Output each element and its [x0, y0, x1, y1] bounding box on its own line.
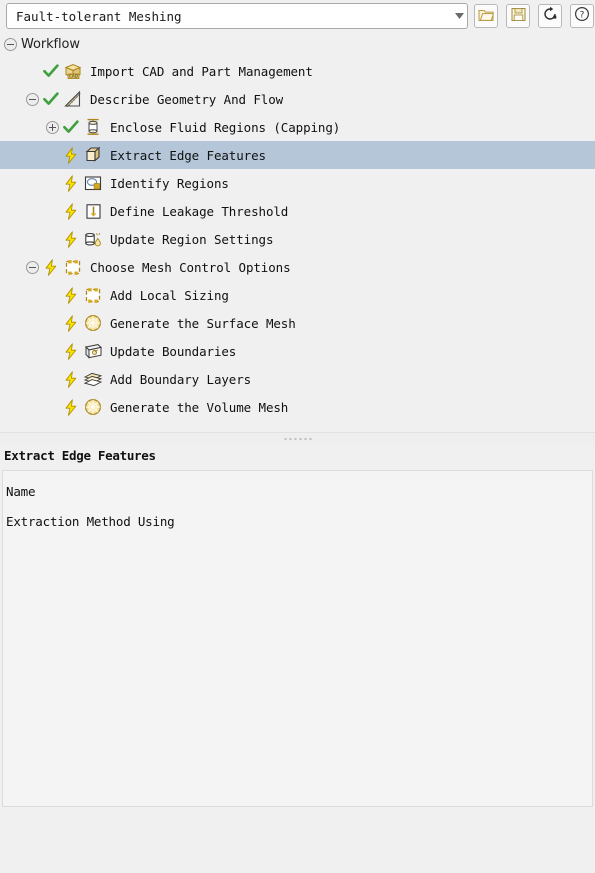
- tree-item-label: Update Boundaries: [110, 343, 237, 359]
- tree-item-identify-regions[interactable]: Identify Regions: [0, 169, 595, 197]
- tree-item-label: Identify Regions: [110, 175, 229, 191]
- completed-check-icon: [43, 91, 59, 107]
- task-panel: Extract Edge Features Name edge-group-1 …: [0, 445, 595, 873]
- pending-bolt-icon: [63, 398, 79, 416]
- pending-bolt-icon: [63, 286, 79, 304]
- tree-item-label: Define Leakage Threshold: [110, 203, 289, 219]
- triangle-ruler-icon: [62, 89, 84, 109]
- tree-item-label: Describe Geometry And Flow: [90, 91, 284, 107]
- floppy-save-icon: [511, 7, 526, 26]
- tree-item-label: Update Region Settings: [110, 231, 274, 247]
- capping-cylinder-icon: [82, 117, 104, 137]
- tree-item-enclose-fluid-regions-capping[interactable]: Enclose Fluid Regions (Capping): [0, 113, 595, 141]
- tree-item-label: Generate the Surface Mesh: [110, 315, 296, 331]
- leakage-arrow-icon: [82, 201, 104, 221]
- collapse-toggle-icon[interactable]: [26, 260, 39, 274]
- folder-open-icon: [478, 7, 495, 26]
- tree-item-label: Extract Edge Features: [110, 147, 266, 163]
- tree-item-label: Import CAD and Part Management: [90, 63, 313, 79]
- reset-workflow-button[interactable]: [538, 4, 562, 28]
- name-row: Name: [0, 480, 591, 502]
- tree-item-label: Add Local Sizing: [110, 287, 229, 303]
- question-circle-icon: ?: [574, 6, 590, 26]
- tree-item-label: Choose Mesh Control Options: [90, 259, 291, 275]
- task-title: Extract Edge Features: [4, 448, 156, 463]
- tree-item-label: Add Boundary Layers: [110, 371, 252, 387]
- pending-bolt-icon: [43, 258, 59, 276]
- pending-bolt-icon: [63, 146, 79, 164]
- local-sizing-icon: [82, 285, 104, 305]
- pending-bolt-icon: [63, 202, 79, 220]
- save-workflow-button[interactable]: [506, 4, 530, 28]
- name-label: Name: [6, 483, 36, 499]
- identify-region-icon: [82, 173, 104, 193]
- volume-mesh-icon: [82, 397, 104, 417]
- tree-item-choose-mesh-control-options[interactable]: Choose Mesh Control Options: [0, 253, 595, 281]
- pending-bolt-icon: [63, 314, 79, 332]
- surface-mesh-icon: [82, 313, 104, 333]
- tree-item-add-boundary-layers[interactable]: Add Boundary Layers: [0, 365, 595, 393]
- method-row: Extraction Method Using: [0, 510, 591, 532]
- tree-item-define-leakage-threshold[interactable]: Define Leakage Threshold: [0, 197, 595, 225]
- workflow-type-combobox[interactable]: Fault-tolerant Meshing: [6, 3, 468, 29]
- boundary-layers-icon: [82, 369, 104, 389]
- tree-root-workflow[interactable]: Workflow: [0, 32, 595, 57]
- workflow-type-value: Fault-tolerant Meshing: [16, 8, 182, 24]
- completed-check-icon: [43, 63, 59, 79]
- svg-text:?: ?: [580, 11, 585, 21]
- tree-item-label: Enclose Fluid Regions (Capping): [110, 119, 341, 135]
- pending-bolt-icon: [63, 342, 79, 360]
- panel-splitter[interactable]: [0, 432, 595, 445]
- workflow-tree[interactable]: Workflow CAD Import CAD and Part Manageme…: [0, 32, 595, 432]
- tree-item-generate-the-volume-mesh[interactable]: Generate the Volume Mesh: [0, 393, 595, 421]
- tree-item-update-region-settings[interactable]: Update Region Settings: [0, 225, 595, 253]
- tree-item-import-cad-and-part-management[interactable]: CAD Import CAD and Part Management: [0, 57, 595, 85]
- tree-root-label: Workflow: [21, 37, 80, 52]
- chevron-down-icon: [451, 13, 467, 19]
- edge-cube-icon: [82, 145, 104, 165]
- help-button[interactable]: ?: [570, 4, 594, 28]
- tree-item-describe-geometry-and-flow[interactable]: Describe Geometry And Flow: [0, 85, 595, 113]
- region-droplet-icon: [82, 229, 104, 249]
- completed-check-icon: [63, 119, 79, 135]
- pending-bolt-icon: [63, 230, 79, 248]
- mesh-control-icon: [62, 257, 84, 277]
- method-label: Extraction Method Using: [6, 513, 175, 529]
- svg-text:CAD: CAD: [69, 73, 78, 78]
- expand-toggle-icon[interactable]: [46, 120, 59, 134]
- workflow-toolbar: Fault-tolerant Meshing ?: [0, 0, 595, 32]
- tree-item-label: Generate the Volume Mesh: [110, 399, 289, 415]
- boundary-plane-icon: [82, 341, 104, 361]
- cad-box-icon: CAD: [62, 61, 84, 81]
- splitter-grip-icon: [284, 438, 311, 440]
- collapse-toggle-icon[interactable]: [4, 38, 17, 51]
- tree-item-update-boundaries[interactable]: Update Boundaries: [0, 337, 595, 365]
- pending-bolt-icon: [63, 370, 79, 388]
- tree-item-generate-the-surface-mesh[interactable]: Generate the Surface Mesh: [0, 309, 595, 337]
- tree-item-add-local-sizing[interactable]: Add Local Sizing: [0, 281, 595, 309]
- collapse-toggle-icon[interactable]: [26, 92, 39, 106]
- refresh-circular-arrow-icon: [542, 6, 558, 26]
- open-workflow-button[interactable]: [474, 4, 498, 28]
- tree-item-extract-edge-features[interactable]: Extract Edge Features: [0, 141, 595, 169]
- ansys-fluent-meshing-workflow-window: Fault-tolerant Meshing ? Workflow CAD Im…: [0, 0, 595, 873]
- pending-bolt-icon: [63, 174, 79, 192]
